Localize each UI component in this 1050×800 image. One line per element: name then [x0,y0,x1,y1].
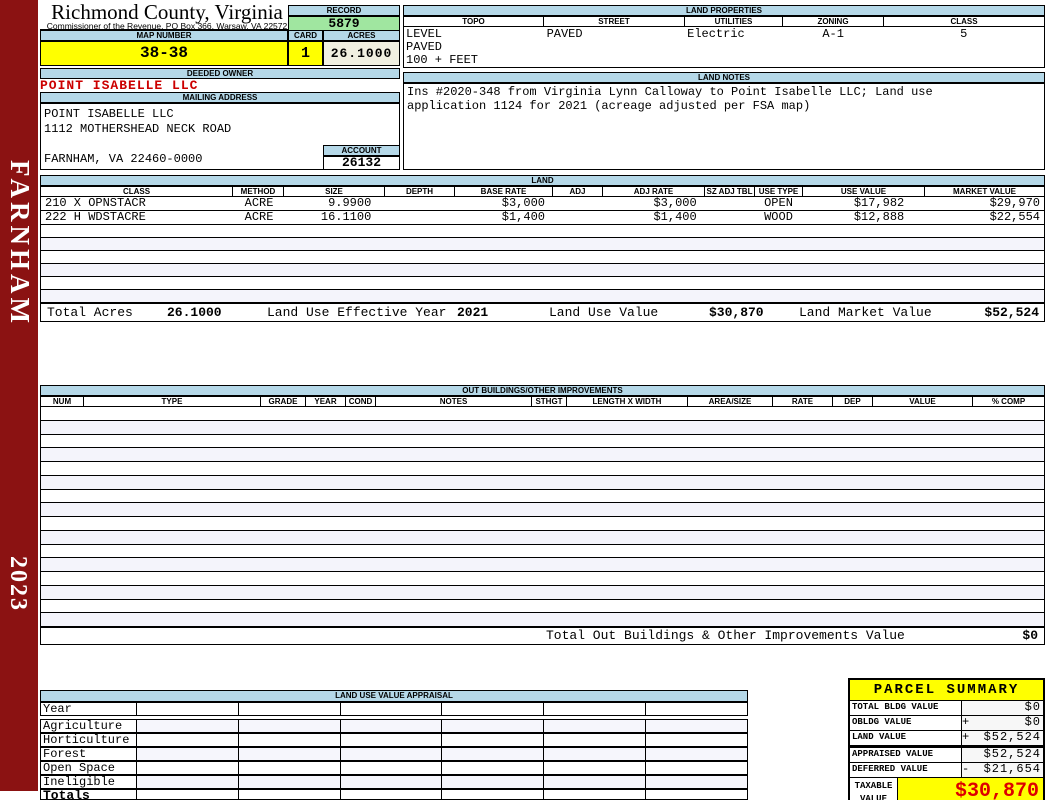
summary-row-deferred: DEFERRED VALUE - $21,654 [850,762,1043,778]
appraisal-row-forest: Forest [40,747,748,761]
county-title: Richmond County, Virginia [51,0,283,24]
col-topo: TOPO [403,16,544,27]
record-label: RECORD [288,5,400,16]
appraisal-row-ineligible: Ineligible [40,775,748,789]
land-empty-rows [40,225,1045,303]
card-value: 1 [288,41,323,66]
land-notes-title: LAND NOTES [403,72,1045,83]
land-notes-line: Ins #2020-348 from Virginia Lynn Callowa… [407,85,933,99]
land-properties-values: LEVEL PAVED 100 + FEET PAVED Electric A-… [403,27,1045,68]
street-value: PAVED [546,27,583,41]
col-street: STREET [544,16,685,27]
total-acres-label: Total Acres [47,305,133,320]
mailing-address-label: MAILING ADDRESS [40,92,400,103]
land-properties-title: LAND PROPERTIES [403,5,1045,16]
map-number-label: MAP NUMBER [40,30,288,41]
appraisal-row-horticulture: Horticulture [40,733,748,747]
summary-row-taxable: TAXABLE VALUE $30,870 [850,778,1043,800]
summary-row-appraised: APPRAISED VALUE $52,524 [850,746,1043,763]
utilities-value: Electric [687,27,745,41]
appraisal-row-year: Year [40,702,748,716]
parcel-summary-title: PARCEL SUMMARY [850,680,1043,701]
land-table-row: 210 X OPNSTACR ACRE 9.9900 $3,000 $3,000… [40,197,1045,211]
district-banner: FARNHAM 2023 [0,0,38,791]
land-use-value: $30,870 [709,305,764,320]
topo-values: LEVEL PAVED 100 + FEET [406,27,479,67]
tax-year: 2023 [5,556,31,612]
appraisal-row-totals: Totals [40,789,748,800]
land-table-headers: CLASS METHOD SIZE DEPTH BASE RATE ADJ AD… [40,186,1045,197]
land-properties-headers: TOPO STREET UTILITIES ZONING CLASS [403,16,1045,27]
land-table-row: 222 H WDSTACRE ACRE 16.1100 $1,400 $1,40… [40,211,1045,225]
acres-value: 26.1000 [323,41,400,66]
taxable-value: $30,870 [898,778,1043,800]
mailing-line: POINT ISABELLE LLC [44,107,174,121]
acres-label: ACRES [323,30,400,41]
appraisal-row-open-space: Open Space [40,761,748,775]
out-buildings-total-label: Total Out Buildings & Other Improvements… [546,628,905,643]
map-number-value: 38-38 [40,41,288,66]
account-number: 26132 [323,156,400,170]
summary-row-land-value: LAND VALUE + $52,524 [850,730,1043,746]
land-use-appraisal-title: LAND USE VALUE APPRAISAL [40,690,748,702]
effective-year-label: Land Use Effective Year [267,305,447,320]
out-buildings-headers: NUM TYPE GRADE YEAR COND NOTES STHGT LEN… [40,396,1045,407]
taxable-value-label: TAXABLE VALUE [850,778,898,800]
land-use-value-label: Land Use Value [549,305,659,320]
land-totals-row: Total Acres 26.1000 Land Use Effective Y… [40,303,1045,322]
out-buildings-empty-rows [40,407,1045,627]
out-buildings-title: OUT BUILDINGS/OTHER IMPROVEMENTS [40,385,1045,396]
appraisal-row-agriculture: Agriculture [40,719,748,733]
summary-row-obldg: OBLDG VALUE + $0 [850,715,1043,731]
land-section-title: LAND [40,175,1045,186]
land-market-value-label: Land Market Value [799,305,932,320]
out-buildings-total-row: Total Out Buildings & Other Improvements… [40,627,1045,645]
land-notes-body: Ins #2020-348 from Virginia Lynn Callowa… [403,83,1045,170]
col-class: CLASS [884,16,1045,27]
summary-row-total-bldg: TOTAL BLDG VALUE $0 [850,700,1043,716]
total-acres-value: 26.1000 [167,305,222,320]
land-market-value: $52,524 [984,305,1039,320]
deeded-owner-value: POINT ISABELLE LLC [40,78,199,93]
zoning-value: A-1 [822,27,844,41]
property-record-card: FARNHAM 2023 Richmond County, Virginia C… [0,0,1050,800]
col-zoning: ZONING [783,16,884,27]
out-buildings-total-value: $0 [1022,628,1038,643]
effective-year-value: 2021 [457,305,489,320]
record-number: 5879 [288,16,400,31]
land-notes-line: application 1124 for 2021 (acreage adjus… [407,99,811,113]
parcel-summary: PARCEL SUMMARY TOTAL BLDG VALUE $0 OBLDG… [848,678,1045,800]
district-name: FARNHAM [5,160,35,327]
col-utilities: UTILITIES [685,16,783,27]
card-label: CARD [288,30,323,41]
mailing-line: 1112 MOTHERSHEAD NECK ROAD [44,122,232,136]
class-value: 5 [960,27,968,41]
